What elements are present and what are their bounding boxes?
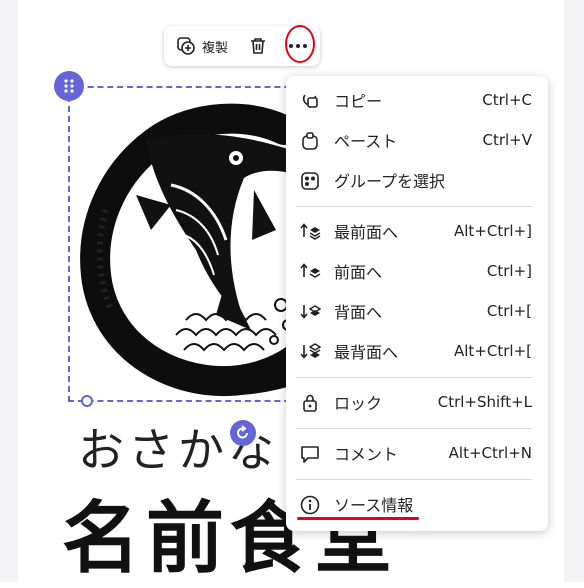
move-handle[interactable]: [54, 71, 84, 101]
menu-item-send-backward[interactable]: 背面へ Ctrl+[: [286, 293, 548, 329]
lock-icon: [303, 394, 317, 412]
menu-separator: [296, 377, 532, 378]
menu-item-label: グループを選択: [334, 172, 446, 191]
resize-handle-bottom-left[interactable]: [81, 395, 93, 407]
menu-item-copy[interactable]: コピー Ctrl+C: [286, 82, 548, 118]
menu-item-shortcut: Ctrl+[: [486, 302, 532, 320]
menu-item-lock[interactable]: ロック Ctrl+Shift+L: [286, 384, 548, 420]
duplicate-label: 複製: [202, 40, 229, 56]
menu-item-shortcut: Ctrl+C: [482, 91, 532, 109]
menu-item-label: ペースト: [334, 132, 398, 151]
canvas-gutter: [564, 0, 584, 582]
selection-frame: [68, 86, 300, 402]
menu-separator: [296, 479, 532, 480]
select-group-icon: [301, 172, 319, 190]
menu-item-shortcut: Ctrl+V: [482, 131, 532, 149]
menu-item-bring-to-front[interactable]: 最前面へ Alt+Ctrl+]: [286, 213, 548, 249]
menu-separator: [296, 206, 532, 207]
comment-icon: [301, 446, 319, 463]
menu-separator: [296, 428, 532, 429]
menu-item-shortcut: Ctrl+Shift+L: [437, 393, 532, 411]
menu-item-comment[interactable]: コメント Alt+Ctrl+N: [286, 435, 548, 471]
rotate-handle[interactable]: [230, 420, 256, 446]
trash-icon: [251, 38, 266, 54]
paste-icon: [302, 132, 318, 150]
delete-button[interactable]: [248, 26, 268, 66]
duplicate-icon: [177, 37, 195, 55]
grip-dots-icon: [64, 79, 74, 93]
annotation-circle: [285, 25, 315, 63]
menu-item-select-group[interactable]: グループを選択: [286, 162, 548, 198]
menu-item-label: 背面へ: [334, 303, 383, 322]
bring-to-front-icon: [300, 223, 321, 240]
menu-item-label: コメント: [334, 445, 399, 464]
menu-item-shortcut: Alt+Ctrl+[: [454, 342, 532, 360]
menu-item-label: コピー: [334, 92, 383, 111]
menu-item-label: 最背面へ: [334, 343, 399, 362]
copy-icon: [302, 94, 318, 108]
menu-item-label: ロック: [334, 394, 383, 413]
menu-item-send-to-back[interactable]: 最背面へ Alt+Ctrl+[: [286, 333, 548, 369]
context-menu: コピー Ctrl+C ペースト Ctrl+V グループを選択 最前面へ Alt+…: [286, 76, 548, 531]
menu-item-label: 前面へ: [334, 263, 383, 282]
send-to-back-icon: [300, 343, 321, 359]
menu-item-bring-forward[interactable]: 前面へ Ctrl+]: [286, 253, 548, 289]
send-backward-icon: [300, 305, 321, 319]
info-icon: [300, 495, 320, 515]
annotation-underline: [297, 517, 419, 520]
menu-item-label: 最前面へ: [334, 223, 399, 242]
menu-item-label: ソース情報: [334, 496, 414, 515]
duplicate-button[interactable]: 複製: [176, 26, 228, 66]
menu-item-shortcut: Alt+Ctrl+]: [454, 222, 532, 240]
menu-item-paste[interactable]: ペースト Ctrl+V: [286, 122, 548, 158]
menu-item-shortcut: Alt+Ctrl+N: [448, 444, 532, 462]
menu-item-shortcut: Ctrl+]: [486, 262, 532, 280]
bring-forward-icon: [300, 263, 321, 278]
rotate-icon: [237, 425, 248, 439]
